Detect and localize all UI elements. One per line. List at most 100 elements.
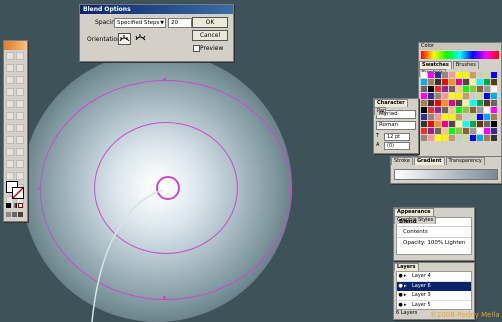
cancel-button[interactable]: Cancel xyxy=(192,30,228,41)
color-swatch[interactable] xyxy=(491,128,497,134)
color-swatch[interactable] xyxy=(456,86,462,92)
color-swatch[interactable] xyxy=(442,135,448,141)
tab-character[interactable]: Character xyxy=(374,99,408,107)
color-swatch[interactable] xyxy=(477,86,483,92)
color-swatch[interactable] xyxy=(456,100,462,106)
color-swatch[interactable] xyxy=(470,128,476,134)
color-swatch[interactable] xyxy=(442,114,448,120)
color-swatch[interactable] xyxy=(491,72,497,78)
tab-layers[interactable]: Layers xyxy=(394,263,419,271)
color-swatch[interactable] xyxy=(484,79,490,85)
color-swatch[interactable] xyxy=(470,93,476,99)
blend-tool[interactable] xyxy=(16,160,24,168)
color-swatch[interactable] xyxy=(421,72,427,78)
rotate-tool[interactable] xyxy=(6,112,14,120)
color-swatch[interactable] xyxy=(491,79,497,85)
color-swatch[interactable] xyxy=(435,107,441,113)
color-swatch[interactable] xyxy=(491,100,497,106)
color-swatch[interactable] xyxy=(442,100,448,106)
color-swatch[interactable] xyxy=(484,107,490,113)
color-swatch[interactable] xyxy=(470,72,476,78)
color-swatch[interactable] xyxy=(442,128,448,134)
appearance-opacity[interactable]: Opacity: 100% Lighten xyxy=(397,238,471,248)
color-swatch[interactable] xyxy=(449,100,455,106)
full-screen-menu-icon[interactable] xyxy=(12,212,17,217)
align-to-page-icon[interactable] xyxy=(118,33,131,45)
line-tool[interactable] xyxy=(6,88,14,96)
expand-triangle-icon[interactable]: ▸ xyxy=(404,272,412,281)
color-swatch[interactable] xyxy=(477,121,483,127)
color-swatch[interactable] xyxy=(456,93,462,99)
color-swatch[interactable] xyxy=(421,135,427,141)
color-swatch[interactable] xyxy=(470,135,476,141)
pencil-tool[interactable] xyxy=(16,100,24,108)
color-swatch[interactable] xyxy=(435,72,441,78)
tab-appearance[interactable]: Appearance xyxy=(394,208,434,216)
color-swatch[interactable] xyxy=(463,72,469,78)
color-swatch[interactable] xyxy=(428,121,434,127)
tab-stroke[interactable]: Stroke xyxy=(391,157,413,165)
color-swatch[interactable] xyxy=(484,86,490,92)
eyedropper-tool[interactable] xyxy=(6,160,14,168)
color-swatch[interactable] xyxy=(477,79,483,85)
color-swatch[interactable] xyxy=(463,121,469,127)
color-swatch[interactable] xyxy=(491,121,497,127)
color-swatch[interactable] xyxy=(477,72,483,78)
color-swatch[interactable] xyxy=(491,107,497,113)
color-swatch[interactable] xyxy=(477,135,483,141)
ok-button[interactable]: OK xyxy=(192,17,228,28)
selection-tool[interactable] xyxy=(6,52,14,60)
color-mode-icon[interactable] xyxy=(6,203,11,208)
font-size-field[interactable]: 12 pt xyxy=(384,133,410,141)
color-swatch[interactable] xyxy=(484,72,490,78)
color-swatch[interactable] xyxy=(428,107,434,113)
slice-tool[interactable] xyxy=(16,172,24,180)
eye-icon[interactable]: ● xyxy=(397,272,404,281)
color-swatch[interactable] xyxy=(449,121,455,127)
color-swatch[interactable] xyxy=(442,79,448,85)
leading-field[interactable]: (0) xyxy=(384,142,410,150)
layer-row[interactable]: ● ▸ Layer 6 xyxy=(397,282,471,291)
appearance-contents[interactable]: Contents xyxy=(397,227,471,238)
color-swatch[interactable] xyxy=(491,135,497,141)
live-paint-tool[interactable] xyxy=(6,172,14,180)
eye-icon[interactable]: ● xyxy=(397,282,404,291)
color-swatch[interactable] xyxy=(428,79,434,85)
steps-input[interactable]: 20 xyxy=(168,18,192,28)
color-swatch[interactable] xyxy=(428,135,434,141)
color-swatch[interactable] xyxy=(449,72,455,78)
color-swatch[interactable] xyxy=(421,86,427,92)
color-swatch[interactable] xyxy=(449,128,455,134)
color-swatch[interactable] xyxy=(470,121,476,127)
stroke-swatch[interactable] xyxy=(12,187,24,199)
free-transform-tool[interactable] xyxy=(16,124,24,132)
color-swatch[interactable] xyxy=(421,121,427,127)
color-swatch[interactable] xyxy=(435,114,441,120)
color-swatch[interactable] xyxy=(477,107,483,113)
standard-screen-icon[interactable] xyxy=(6,212,11,217)
color-swatch[interactable] xyxy=(477,93,483,99)
color-swatch[interactable] xyxy=(442,93,448,99)
color-swatch[interactable] xyxy=(435,121,441,127)
symbol-sprayer-tool[interactable] xyxy=(6,136,14,144)
gradient-tool[interactable] xyxy=(16,148,24,156)
color-swatch[interactable] xyxy=(456,72,462,78)
color-swatch[interactable] xyxy=(435,100,441,106)
color-spectrum[interactable] xyxy=(421,51,499,59)
color-swatch[interactable] xyxy=(456,121,462,127)
paintbrush-tool[interactable] xyxy=(6,100,14,108)
color-swatch[interactable] xyxy=(435,135,441,141)
color-swatch[interactable] xyxy=(463,107,469,113)
preview-checkbox[interactable] xyxy=(193,45,200,52)
color-swatch[interactable] xyxy=(484,93,490,99)
tab-gradient[interactable]: Gradient xyxy=(413,157,445,165)
align-to-path-icon[interactable] xyxy=(135,33,146,43)
color-swatch[interactable] xyxy=(456,114,462,120)
color-swatch[interactable] xyxy=(470,107,476,113)
spacing-select[interactable]: Specified Steps ▼ xyxy=(114,18,166,28)
scale-tool[interactable] xyxy=(16,112,24,120)
mesh-tool[interactable] xyxy=(6,148,14,156)
color-swatch[interactable] xyxy=(442,86,448,92)
color-swatch[interactable] xyxy=(421,107,427,113)
color-swatch[interactable] xyxy=(435,86,441,92)
